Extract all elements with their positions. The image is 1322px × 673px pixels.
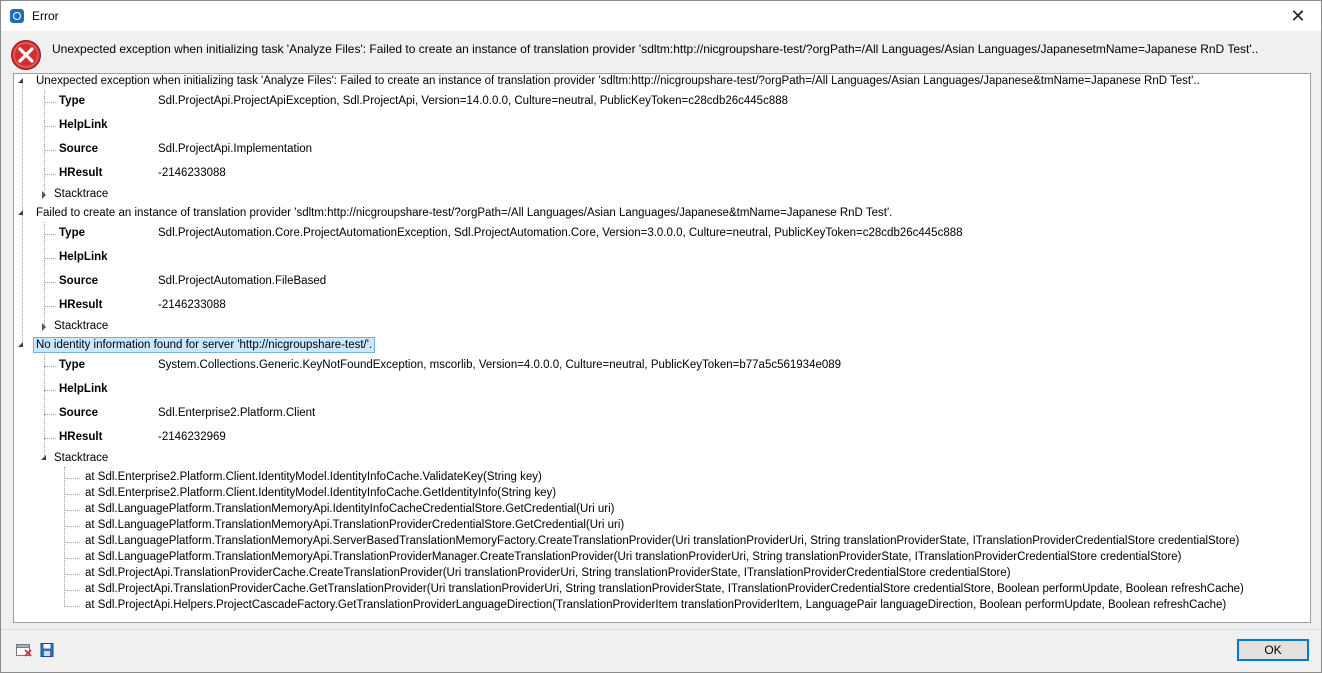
close-button[interactable]: ✕ xyxy=(1275,1,1321,31)
tree-connector xyxy=(64,526,80,527)
stacktrace-node-2[interactable]: Stacktrace xyxy=(54,320,108,332)
collapse-icon[interactable] xyxy=(18,342,23,347)
error-icon xyxy=(11,40,41,70)
footer-separator xyxy=(1,629,1321,630)
source-label: Source xyxy=(59,143,98,155)
source-value: Sdl.ProjectAutomation.FileBased xyxy=(158,275,327,287)
collapse-icon[interactable] xyxy=(18,210,23,215)
tree-connector xyxy=(64,478,80,479)
tree-connector xyxy=(44,438,56,439)
source-label: Source xyxy=(59,407,98,419)
tree-connector xyxy=(44,102,56,103)
expand-icon[interactable] xyxy=(42,191,46,199)
tree-connector xyxy=(44,306,56,307)
tree-connector xyxy=(44,355,45,460)
exception-node-2[interactable]: Failed to create an instance of translat… xyxy=(36,207,892,219)
tree-connector xyxy=(64,542,80,543)
stacktrace-node-3[interactable]: Stacktrace xyxy=(54,452,108,464)
tree-connector xyxy=(44,174,56,175)
source-value: Sdl.ProjectApi.Implementation xyxy=(158,143,313,155)
clear-log-icon[interactable] xyxy=(16,643,32,657)
exception-node-1[interactable]: Unexpected exception when initializing t… xyxy=(36,75,1200,87)
tree-connector xyxy=(44,414,56,415)
hresult-value: -2146232969 xyxy=(158,431,226,443)
stacktrace-line: at Sdl.ProjectApi.TranslationProviderCac… xyxy=(85,583,1244,595)
collapse-icon[interactable] xyxy=(18,78,23,83)
tree-connector xyxy=(64,510,80,511)
stacktrace-line: at Sdl.LanguagePlatform.TranslationMemor… xyxy=(85,519,625,531)
hresult-label: HResult xyxy=(59,299,103,311)
tree-connector xyxy=(44,222,45,327)
type-label: Type xyxy=(59,95,85,107)
tree-connector xyxy=(44,126,56,127)
error-summary: Unexpected exception when initializing t… xyxy=(52,42,1259,56)
hresult-label: HResult xyxy=(59,431,103,443)
hresult-value: -2146233088 xyxy=(158,299,226,311)
tree-connector xyxy=(44,234,56,235)
tree-connector xyxy=(44,150,56,151)
type-value: Sdl.ProjectAutomation.Core.ProjectAutoma… xyxy=(158,227,963,239)
tree-connector xyxy=(64,494,80,495)
app-icon xyxy=(10,9,24,23)
hresult-label: HResult xyxy=(59,167,103,179)
tree-connector xyxy=(44,90,45,195)
stacktrace-line: at Sdl.LanguagePlatform.TranslationMemor… xyxy=(85,503,615,515)
tree-connector xyxy=(64,606,80,607)
tree-connector xyxy=(64,558,80,559)
stacktrace-line: at Sdl.Enterprise2.Platform.Client.Ident… xyxy=(85,487,557,499)
exception-node-3[interactable]: No identity information found for server… xyxy=(33,337,376,353)
error-dialog: Error ✕ Unexpected exception when initia… xyxy=(0,0,1322,673)
type-label: Type xyxy=(59,227,85,239)
helplink-label: HelpLink xyxy=(59,119,108,131)
stacktrace-line: at Sdl.ProjectApi.TranslationProviderCac… xyxy=(85,567,1011,579)
ok-button[interactable]: OK xyxy=(1237,639,1309,661)
hresult-value: -2146233088 xyxy=(158,167,226,179)
expand-icon[interactable] xyxy=(42,323,46,331)
tree-connector xyxy=(44,282,56,283)
type-value: System.Collections.Generic.KeyNotFoundEx… xyxy=(158,359,842,371)
tree-connector xyxy=(44,258,56,259)
title-bar: Error ✕ xyxy=(1,1,1321,31)
tree-connector xyxy=(44,366,56,367)
tree-connector xyxy=(44,390,56,391)
stacktrace-line: at Sdl.Enterprise2.Platform.Client.Ident… xyxy=(85,471,542,483)
source-value: Sdl.Enterprise2.Platform.Client xyxy=(158,407,316,419)
source-label: Source xyxy=(59,275,98,287)
type-value: Sdl.ProjectApi.ProjectApiException, Sdl.… xyxy=(158,95,789,107)
stacktrace-line: at Sdl.LanguagePlatform.TranslationMemor… xyxy=(85,535,1240,547)
save-icon[interactable] xyxy=(40,643,56,657)
collapse-icon[interactable] xyxy=(41,455,46,460)
tree-connector xyxy=(64,590,80,591)
helplink-label: HelpLink xyxy=(59,251,108,263)
helplink-label: HelpLink xyxy=(59,383,108,395)
stacktrace-line: at Sdl.ProjectApi.Helpers.ProjectCascade… xyxy=(85,599,1227,611)
tree-connector xyxy=(64,467,65,605)
exception-tree[interactable]: Unexpected exception when initializing t… xyxy=(13,73,1311,623)
window-title: Error xyxy=(32,9,59,23)
stacktrace-node-1[interactable]: Stacktrace xyxy=(54,188,108,200)
type-label: Type xyxy=(59,359,85,371)
tree-connector xyxy=(64,574,80,575)
stacktrace-line: at Sdl.LanguagePlatform.TranslationMemor… xyxy=(85,551,1182,563)
